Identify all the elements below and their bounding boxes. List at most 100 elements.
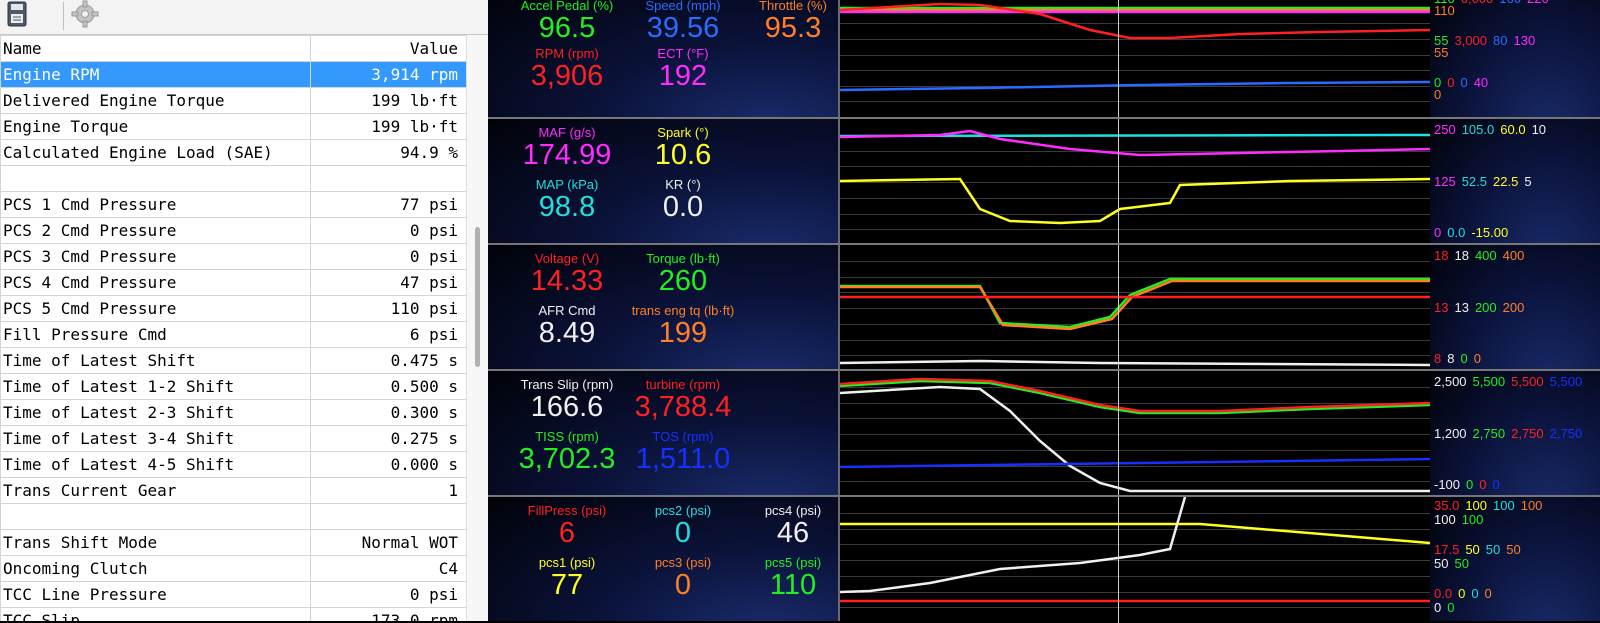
table-row[interactable]: Oncoming Clutch C4 — [0, 555, 467, 582]
pid-value-cell: 199 lb·ft — [310, 113, 467, 140]
scale-label: 6,000 — [1461, 0, 1494, 6]
scale-label: 0 — [1479, 477, 1487, 492]
pid-value-cell: 173.0 rpm — [310, 607, 467, 621]
table-row[interactable]: Trans Current Gear 1 — [0, 477, 467, 504]
trace-chart — [840, 119, 1430, 245]
scrollbar-thumb[interactable] — [475, 227, 480, 367]
trace-chart — [840, 371, 1430, 497]
scale-row: 18 18 400 400 — [1434, 248, 1530, 263]
scale-label: 100 — [1461, 512, 1484, 527]
pid-name-cell: Time of Latest 3-4 Shift — [0, 425, 311, 452]
table-row[interactable]: PCS 2 Cmd Pressure 0 psi — [0, 217, 467, 244]
pid-name-cell: Calculated Engine Load (SAE) — [0, 139, 311, 166]
gauge: MAF (g/s) 174.99 — [512, 125, 622, 171]
scale-label: 0 — [1466, 477, 1474, 492]
pid-value-cell: 0 psi — [310, 243, 467, 270]
scale-label: 35.0 — [1434, 498, 1460, 513]
gauge-panel: Trans Slip (rpm) 166.6 turbine (rpm) 3,788.… — [488, 369, 1600, 497]
scale-label: 52.5 — [1461, 174, 1488, 189]
gauge-label: turbine (rpm) — [645, 377, 721, 392]
gauge-label: Trans Slip (rpm) — [520, 377, 614, 392]
trace-plot[interactable] — [840, 497, 1430, 623]
table-row[interactable]: Calculated Engine Load (SAE) 94.9 % — [0, 139, 467, 166]
table-row[interactable]: PCS 5 Cmd Pressure 110 psi — [0, 295, 467, 322]
value-column-header[interactable]: Value — [310, 35, 467, 62]
trace-plot[interactable] — [840, 371, 1430, 497]
trace-plot[interactable] — [840, 119, 1430, 245]
scale-label: 5,500 — [1511, 374, 1544, 389]
table-row[interactable]: Time of Latest 2-3 Shift 0.300 s — [0, 399, 467, 426]
scale-label: 110 — [1434, 3, 1455, 18]
dashboard-pane: Accel Pedal (%) 96.5 Speed (mph) 39.56 Throt… — [488, 0, 1600, 623]
table-row[interactable]: Delivered Engine Torque 199 lb·ft — [0, 87, 467, 114]
scale-label: 400 — [1502, 248, 1525, 263]
scale-label: 50 — [1506, 542, 1521, 557]
gauge-value: 3,906 — [530, 60, 604, 92]
scale-row: 1,200 2,750 2,750 2,750 — [1434, 426, 1588, 441]
gauge-value: 3,788.4 — [634, 391, 732, 423]
gauge: TOS (rpm) 1,511.0 — [628, 429, 738, 475]
table-row[interactable]: Time of Latest 4-5 Shift 0.000 s — [0, 451, 467, 478]
scale-label: 55 — [1434, 45, 1449, 60]
gauge: Accel Pedal (%) 96.5 — [512, 0, 622, 44]
gauge-label: KR (°) — [665, 177, 701, 192]
table-row[interactable]: Time of Latest 3-4 Shift 0.275 s — [0, 425, 467, 452]
table-row[interactable]: PCS 4 Cmd Pressure 47 psi — [0, 269, 467, 296]
scale-label: 200 — [1502, 300, 1525, 315]
pid-name-cell: PCS 4 Cmd Pressure — [0, 269, 311, 296]
table-row[interactable] — [0, 503, 467, 530]
gauge-panel: Voltage (V) 14.33 Torque (lb·ft) 260 AFR Cmd… — [488, 243, 1600, 371]
gauge-value: 192 — [658, 60, 708, 92]
table-row[interactable]: TCC Line Pressure 0 psi — [0, 581, 467, 608]
gauge: KR (°) 0.0 — [628, 177, 738, 223]
name-column-header[interactable]: Name — [0, 35, 311, 62]
pid-value-cell: 6 psi — [310, 321, 467, 348]
table-row[interactable]: Time of Latest Shift 0.475 s — [0, 347, 467, 374]
gauge: Voltage (V) 14.33 — [512, 251, 622, 297]
trace-plot[interactable] — [840, 0, 1430, 117]
table-row[interactable]: TCC Slip 173.0 rpm — [0, 607, 467, 621]
scale-label: 50 — [1485, 542, 1501, 557]
gauge: Trans Slip (rpm) 166.6 — [512, 377, 622, 423]
turbine-trace — [840, 377, 1430, 413]
pid-name-cell: Time of Latest Shift — [0, 347, 311, 374]
table-row[interactable]: PCS 3 Cmd Pressure 0 psi — [0, 243, 467, 270]
gauge-label: TISS (rpm) — [535, 429, 599, 444]
digital-gauges: Accel Pedal (%) 96.5 Speed (mph) 39.56 Throt… — [488, 0, 840, 117]
table-row[interactable]: Time of Latest 1-2 Shift 0.500 s — [0, 373, 467, 400]
gauge: Spark (°) 10.6 — [628, 125, 738, 171]
gauge-label: MAF (g/s) — [538, 125, 596, 140]
scale-row: 0 0.0 -15.00 — [1434, 225, 1514, 240]
table-row[interactable]: Trans Shift Mode Normal WOT — [0, 529, 467, 556]
pid-value-cell: 0.275 s — [310, 425, 467, 452]
table-row[interactable]: Fill Pressure Cmd 6 psi — [0, 321, 467, 348]
gauge-value: 174.99 — [522, 139, 612, 171]
toolbar-separator — [63, 2, 64, 30]
trace-plot[interactable] — [840, 245, 1430, 371]
gauge: pcs4 (psi) 46 — [738, 503, 848, 549]
pid-name-cell: TCC Slip — [0, 607, 311, 621]
scale-label: 105.0 — [1461, 122, 1495, 137]
table-row[interactable]: Engine Torque 199 lb·ft — [0, 113, 467, 140]
table-row[interactable]: PCS 1 Cmd Pressure 77 psi — [0, 191, 467, 218]
scale-row: 125 52.5 22.5 5 — [1434, 174, 1538, 189]
gauge-label: Voltage (V) — [534, 251, 600, 266]
scale-row: 100 100 — [1434, 512, 1489, 527]
gauge: ECT (°F) 192 — [628, 46, 738, 92]
scale-label: 60.0 — [1500, 122, 1526, 137]
scale-label: 13 — [1454, 300, 1469, 315]
gauge-value: 98.8 — [538, 191, 596, 223]
scale-label: 2,750 — [1511, 426, 1544, 441]
gauge: TISS (rpm) 3,702.3 — [512, 429, 622, 475]
vertical-scrollbar[interactable] — [466, 35, 488, 621]
gauge-value: 46 — [776, 517, 810, 549]
pid-value-cell — [310, 165, 467, 192]
trace-chart — [840, 0, 1430, 117]
table-row[interactable] — [0, 165, 467, 192]
scale-label: 0 — [1434, 600, 1442, 615]
scale-label: 0 — [1434, 87, 1442, 102]
pid-name-cell: Engine RPM — [0, 61, 311, 88]
settings-button[interactable] — [70, 0, 100, 30]
table-row[interactable]: Engine RPM 3,914 rpm — [0, 61, 467, 88]
save-layout-button[interactable] — [2, 0, 32, 30]
